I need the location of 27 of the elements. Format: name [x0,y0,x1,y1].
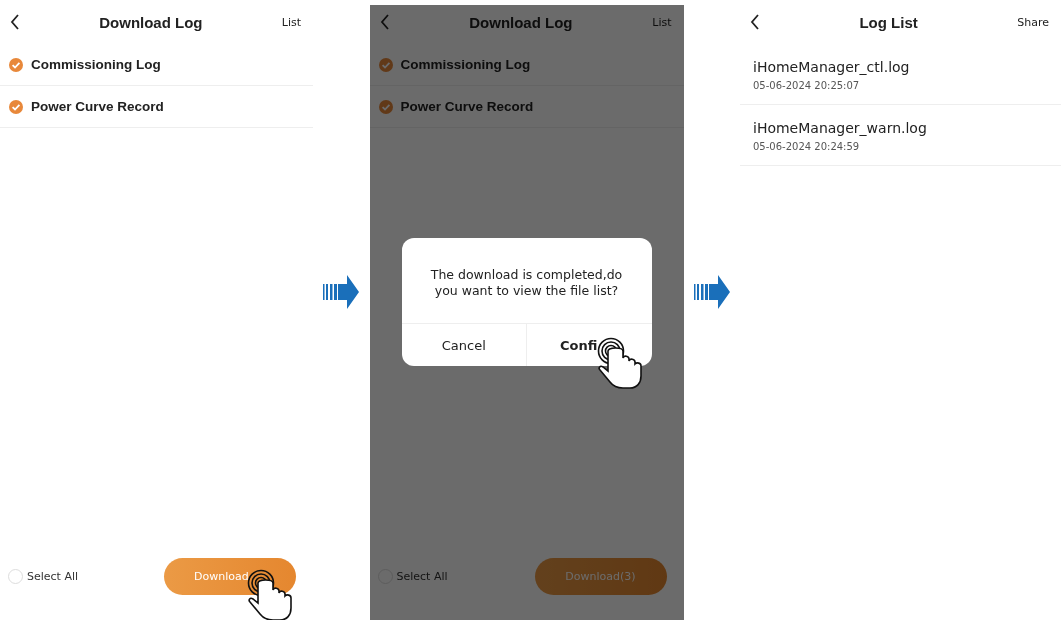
checkbox-checked-icon[interactable] [378,57,393,72]
checkbox-checked-icon[interactable] [9,57,23,72]
file-name[interactable]: iHomeManager_ctl.log [753,58,1048,75]
select-all-checkbox[interactable] [8,568,23,584]
nav-link[interactable]: Share [1017,15,1049,29]
screen-title: Download Log [468,13,574,31]
file-time: 05-06-2024 20:25:07 [753,79,861,91]
select-all-label[interactable]: Select All [27,569,79,583]
log-item-label[interactable]: Commissioning Log [400,57,531,72]
nav-link[interactable]: List [281,15,301,29]
checkbox-checked-icon[interactable] [9,99,23,114]
file-time: 05-06-2024 20:24:59 [753,140,861,152]
screen-title: Download Log [98,13,204,31]
right-arrow-icon [693,274,730,310]
back-icon[interactable] [750,14,760,30]
log-item-label[interactable]: Power Curve Record [31,99,164,114]
file-name[interactable]: iHomeManager_warn.log [753,119,1048,136]
checkbox-checked-icon[interactable] [378,99,393,114]
log-item-label[interactable]: Power Curve Record [400,99,534,114]
dialog-message: The download is completed,do you want to view the file list? [429,266,624,300]
back-icon[interactable] [10,14,20,30]
log-item-label[interactable]: Commissioning Log [31,57,161,72]
screen-title: Log List [858,13,919,31]
cancel-button[interactable]: Cancel [401,324,526,366]
right-arrow-icon [323,274,360,310]
confirm-button[interactable]: Confi [527,324,652,366]
nav-link[interactable]: List [652,15,672,29]
